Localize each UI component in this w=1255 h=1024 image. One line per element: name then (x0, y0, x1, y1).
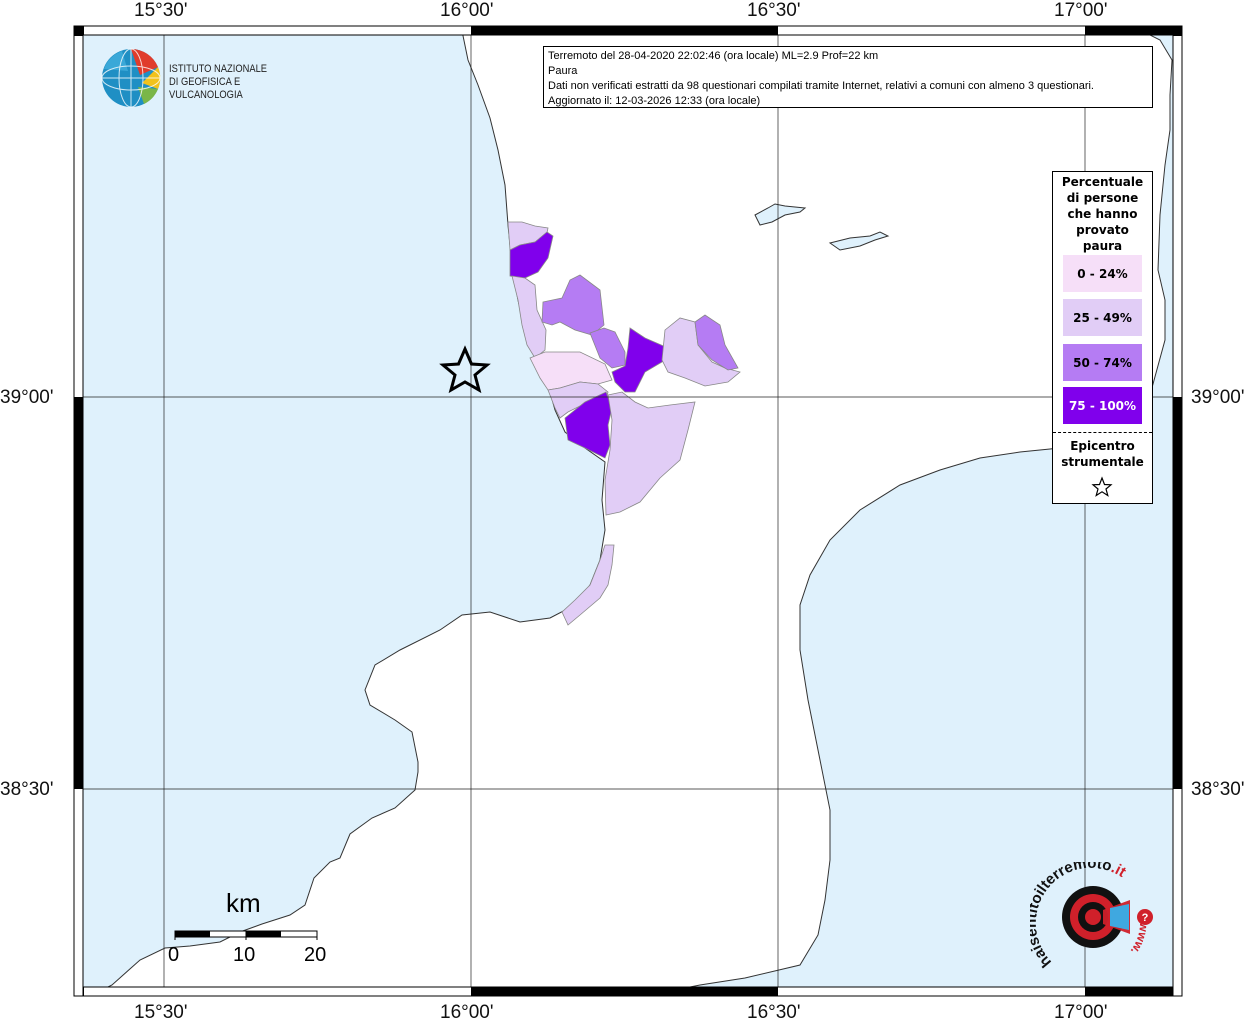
haisentito-target-icon: haisentitoilterremoto.it www. ? (1023, 855, 1153, 971)
scale-label-0: 0 (168, 944, 180, 966)
ingv-logo: ISTITUTO NAZIONALE DI GEOFISICA E VULCAN… (100, 47, 330, 109)
legend-divider (1053, 432, 1152, 433)
legend-swatch-50-74: 50 - 74% (1063, 344, 1142, 381)
earthquake-info-box: Terremoto del 28-04-2020 22:02:46 (ora l… (543, 46, 1153, 108)
tick-bottom-1630: 16°30' (747, 1002, 801, 1023)
globe-icon (101, 48, 161, 108)
legend-epicenter-label: Epicentro strumentale (1053, 438, 1152, 470)
tick-top-1700: 17°00' (1054, 0, 1108, 21)
legend-title-line: paura (1082, 239, 1123, 253)
legend-title-line: Percentuale (1061, 175, 1144, 189)
legend-swatch-25-49: 25 - 49% (1063, 299, 1142, 336)
tick-left-3900: 39°00' (0, 387, 54, 408)
tick-bottom-1530: 15°30' (134, 1002, 188, 1023)
legend-swatch-0-24: 0 - 24% (1063, 255, 1142, 292)
scale-label-20: 20 (304, 944, 327, 966)
info-line-variable: Paura (548, 65, 578, 77)
scale-label-10: 10 (233, 944, 256, 966)
tick-left-3830: 38°30' (0, 779, 54, 800)
info-line-updated: Aggiornato il: 12-03-2026 12:33 (ora loc… (548, 95, 761, 107)
info-line-data-source: Dati non verificati estratti da 98 quest… (548, 80, 1094, 92)
legend-epicenter-line: Epicentro (1070, 439, 1135, 453)
scale-unit: km (226, 888, 261, 918)
ingv-line-1: ISTITUTO NAZIONALE (169, 63, 268, 75)
ingv-line-2: DI GEOFISICA E VULCANOLOGIA (169, 76, 243, 101)
star-icon (1091, 476, 1113, 497)
tick-bottom-1600: 16°00' (440, 1002, 494, 1023)
legend-label: 75 - 100% (1068, 398, 1137, 413)
legend-title-line: provato (1076, 223, 1129, 237)
svg-text:?: ? (1142, 912, 1149, 924)
legend-title: Percentuale di persone che hanno provato… (1053, 174, 1152, 254)
tick-right-3900: 39°00' (1191, 387, 1245, 408)
tick-top-1530: 15°30' (134, 0, 188, 21)
site-logo-www-text: www. (1128, 921, 1151, 958)
tick-right-3830: 38°30' (1191, 779, 1245, 800)
legend: Percentuale di persone che hanno provato… (1052, 171, 1153, 504)
ingv-text: ISTITUTO NAZIONALE DI GEOFISICA E VULCAN… (169, 63, 306, 102)
legend-swatch-75-100: 75 - 100% (1063, 387, 1142, 424)
tick-top-1600: 16°00' (440, 0, 494, 21)
tick-bottom-1700: 17°00' (1054, 1002, 1108, 1023)
legend-label: 25 - 49% (1073, 310, 1132, 325)
legend-label: 50 - 74% (1073, 355, 1132, 370)
haisentito-logo: haisentitoilterremoto.it www. ? (1023, 855, 1160, 980)
tick-top-1630: 16°30' (747, 0, 801, 21)
legend-epicenter-line: strumentale (1061, 455, 1144, 469)
info-line-event: Terremoto del 28-04-2020 22:02:46 (ora l… (548, 50, 879, 62)
legend-title-line: di persone (1066, 191, 1139, 205)
legend-label: 0 - 24% (1077, 266, 1128, 281)
legend-title-line: che hanno (1067, 207, 1138, 221)
svg-text:www.: www. (1128, 921, 1151, 958)
